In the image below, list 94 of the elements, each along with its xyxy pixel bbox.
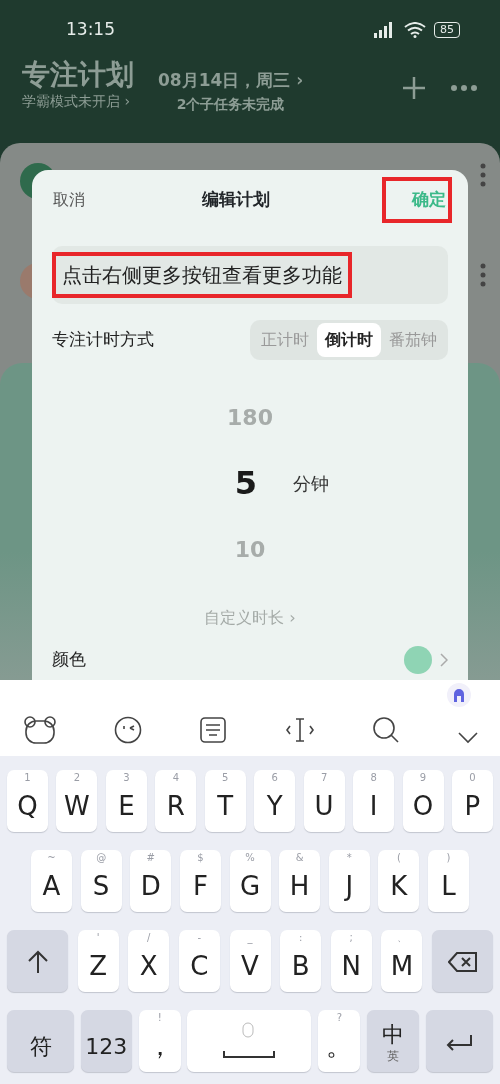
dialog-title: 编辑计划 [202, 188, 270, 212]
mode-tab[interactable]: 倒计时 [317, 323, 381, 357]
key-hint: & [294, 853, 305, 863]
key-hint: 3 [122, 773, 131, 783]
chevron-down-icon[interactable] [457, 732, 478, 744]
keyboard-icon[interactable] [199, 716, 228, 744]
study-mode-link[interactable]: 学霸模式未开启 › [22, 90, 134, 112]
letter-key[interactable]: ' Z [77, 930, 119, 992]
enter-icon [445, 1033, 474, 1051]
enter-key[interactable] [425, 1010, 493, 1072]
letter-key[interactable]: 7 U [303, 770, 345, 832]
key-hint: @ [95, 853, 108, 863]
key-hint: ~ [46, 853, 57, 863]
more-icon[interactable] [480, 263, 486, 287]
subtask-note: 2个子任务未完成 [175, 94, 286, 114]
key-hint: - [196, 933, 203, 943]
delete-key[interactable] [432, 930, 493, 992]
color-label: 颜色 [52, 648, 86, 672]
key-hint: ' [95, 933, 101, 943]
key-hint: 4 [171, 773, 180, 783]
color-swatch[interactable] [404, 646, 432, 674]
key-hint: 9 [418, 773, 428, 783]
key-hint: 5 [221, 773, 230, 783]
letter-key[interactable]: & H [279, 850, 321, 912]
key-hint: 英 [386, 1050, 401, 1062]
punct-key[interactable]: ! ， [138, 1010, 181, 1072]
key-hint: % [244, 853, 256, 863]
date-selector[interactable]: 08月14日，周三 › [158, 68, 304, 94]
arrow-up-icon [26, 950, 49, 974]
letter-key[interactable]: % G [229, 850, 271, 912]
letter-key[interactable]: 2 W [56, 770, 98, 832]
key-hint: : [297, 933, 304, 943]
letter-key[interactable]: ~ A [31, 850, 72, 912]
letter-key[interactable]: 、 M [381, 930, 423, 992]
key-hint: 7 [319, 773, 329, 783]
more-icon[interactable] [480, 163, 486, 187]
punct-key[interactable]: ? 。 [318, 1010, 361, 1072]
letter-key[interactable]: / X [128, 930, 170, 992]
emoji-icon[interactable] [113, 716, 142, 744]
key-hint: * [345, 853, 353, 863]
key-hint: ( [395, 853, 402, 863]
letter-key[interactable]: 6 Y [254, 770, 296, 832]
key-hint: 1 [23, 773, 32, 783]
key-hint: / [146, 933, 152, 943]
assistant-icon[interactable] [446, 682, 472, 708]
timer-mode-label: 专注计时方式 [52, 328, 154, 352]
letter-key[interactable]: @ S [80, 850, 122, 912]
letter-key[interactable]: $ F [179, 850, 221, 912]
picker-value[interactable]: 5 [234, 459, 258, 507]
chevron-right-icon [440, 653, 448, 667]
wifi-icon [404, 22, 426, 38]
key-hint: 、 [395, 933, 408, 943]
function-key[interactable]: 符 [7, 1010, 74, 1072]
key-hint: _ [246, 933, 254, 943]
key-hint: 8 [369, 773, 378, 783]
letter-key[interactable]: ) L [428, 850, 469, 912]
letter-key[interactable]: 0 P [451, 770, 493, 832]
function-key[interactable]: 123 [80, 1010, 132, 1072]
key-hint: # [145, 853, 156, 863]
letter-key[interactable]: : B [280, 930, 322, 992]
cursor-icon[interactable] [284, 716, 315, 744]
letter-key[interactable]: 4 R [155, 770, 197, 832]
key-hint: ; [348, 933, 354, 943]
letter-key[interactable]: _ V [229, 930, 271, 992]
letter-key[interactable]: 8 I [353, 770, 395, 832]
plan-name-field[interactable]: 点击右侧更多按钮查看更多功能 [52, 246, 448, 304]
letter-key[interactable]: 9 O [402, 770, 444, 832]
key-hint: 0 [468, 773, 477, 783]
key-hint: ) [445, 853, 452, 863]
backspace-icon [447, 952, 478, 972]
letter-key[interactable]: ; N [330, 930, 372, 992]
letter-key[interactable]: 3 E [105, 770, 147, 832]
letter-key[interactable]: 5 T [204, 770, 246, 832]
key-hint: ? [335, 1013, 343, 1023]
battery-indicator: 85 [434, 22, 460, 38]
letter-key[interactable]: - C [178, 930, 220, 992]
letter-key[interactable]: * J [328, 850, 370, 912]
key-hint: $ [196, 853, 205, 863]
letter-key[interactable]: # D [130, 850, 172, 912]
search-icon[interactable] [372, 716, 401, 744]
add-icon[interactable] [402, 76, 426, 100]
more-icon[interactable] [450, 84, 478, 92]
key-hint: 6 [270, 773, 279, 783]
lang-key[interactable]: 中 英 [367, 1010, 420, 1072]
cancel-button[interactable]: 取消 [52, 187, 86, 213]
shift-key[interactable] [7, 930, 68, 992]
status-time: 13:15 [66, 18, 115, 42]
letter-key[interactable]: ( K [378, 850, 420, 912]
page-title: 专注计划 [22, 60, 134, 91]
key-hint: 2 [72, 773, 82, 783]
bear-icon[interactable] [24, 716, 56, 744]
picker-unit: 分钟 [293, 471, 330, 496]
letter-key[interactable]: 1 Q [7, 770, 48, 832]
key-hint: ! [156, 1013, 163, 1023]
